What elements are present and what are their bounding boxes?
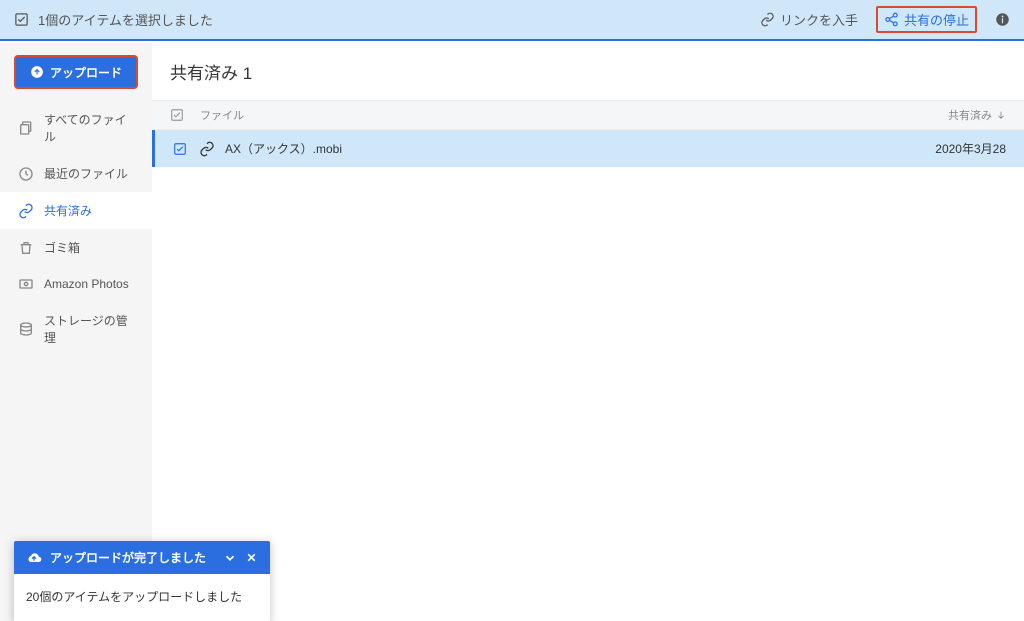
files-icon [18,120,34,136]
sidebar-item-label: ストレージの管理 [44,312,134,346]
selection-topbar: 1個のアイテムを選択しました リンクを入手 共有の停止 [0,0,1024,41]
sidebar-item-all-files[interactable]: すべてのファイル [0,101,152,155]
toast-title: アップロードが完了しました [50,549,206,566]
storage-icon [18,321,34,337]
toast-header: アップロードが完了しました [14,541,270,574]
get-link-label: リンクを入手 [780,10,858,29]
upload-button[interactable]: アップロード [14,55,138,89]
toast-close-button[interactable] [245,551,258,564]
sidebar-item-label: 共有済み [44,202,92,219]
sidebar-item-photos[interactable]: Amazon Photos [0,266,152,302]
sidebar-item-label: すべてのファイル [44,111,134,145]
get-link-button[interactable]: リンクを入手 [760,10,858,29]
sidebar-item-label: ゴミ箱 [44,239,80,256]
sidebar-item-shared[interactable]: 共有済み [0,192,152,229]
toast-body: 20個のアイテムをアップロードしました [14,574,270,621]
checkbox-selected-icon [14,12,29,27]
toast-collapse-button[interactable] [223,551,237,565]
stop-sharing-label: 共有の停止 [904,10,969,29]
trash-icon [18,240,34,256]
page-title: 共有済み 1 [152,43,1024,100]
sidebar-item-storage[interactable]: ストレージの管理 [0,302,152,356]
upload-toast: アップロードが完了しました 20個のアイテムをアップロードしました [14,541,270,621]
photos-icon [18,276,34,292]
link-icon [199,141,215,157]
column-file[interactable]: ファイル [194,107,896,123]
select-all-checkbox[interactable] [170,108,194,122]
info-button[interactable] [995,12,1010,27]
link-icon [18,203,34,219]
row-checkbox[interactable] [173,142,197,156]
sidebar-item-recent[interactable]: 最近のファイル [0,155,152,192]
upload-icon [30,65,44,79]
cloud-upload-icon [26,550,42,566]
main-content: 共有済み 1 ファイル 共有済み [152,43,1024,621]
sidebar-item-label: 最近のファイル [44,165,128,182]
sidebar-item-label: Amazon Photos [44,277,129,291]
upload-label: アップロード [50,64,122,81]
table-row[interactable]: AX（アックス）.mobi 2020年3月28 [152,130,1024,167]
stop-sharing-button[interactable]: 共有の停止 [876,6,977,33]
filename: AX（アックス）.mobi [225,140,342,157]
row-date: 2020年3月28 [896,140,1006,157]
sidebar: アップロード すべてのファイル 最近のファイル 共有済み [0,43,152,621]
info-icon [995,12,1010,27]
sidebar-item-trash[interactable]: ゴミ箱 [0,229,152,266]
selection-count-text: 1個のアイテムを選択しました [38,10,213,29]
unshare-icon [884,12,899,27]
column-shared[interactable]: 共有済み [896,107,1006,123]
selection-info: 1個のアイテムを選択しました [14,10,213,29]
clock-icon [18,166,34,182]
table-header: ファイル 共有済み [152,100,1024,130]
link-icon [760,12,775,27]
sort-down-icon [996,110,1006,120]
